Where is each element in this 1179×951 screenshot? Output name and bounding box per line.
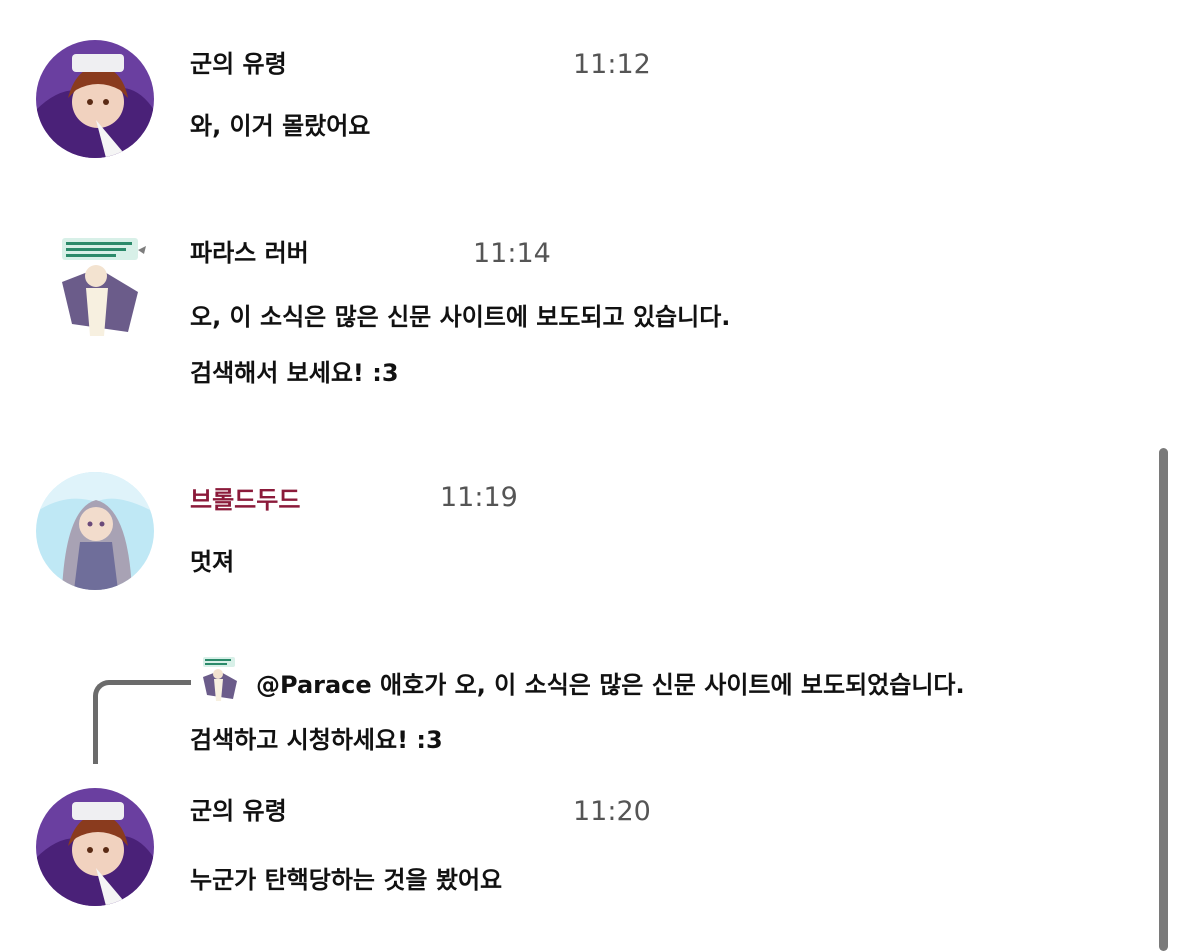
caped-character-sticker-avatar-icon: [42, 232, 154, 344]
user-avatar[interactable]: [36, 472, 154, 590]
chat-message-list: 군의 유령 11:12 와, 이거 몰랐어요 파라스 러버 11:14 오, 이…: [0, 0, 1179, 951]
reply-quoted-text[interactable]: 검색하고 시청하세요! :3: [190, 720, 443, 755]
message-author[interactable]: 군의 유령: [190, 791, 287, 826]
reply-avatar-thumbnail[interactable]: [195, 655, 243, 703]
message-timestamp: 11:20: [573, 796, 651, 827]
message-text: 검색해서 보세요! :3: [190, 359, 399, 387]
message-timestamp: 11:19: [440, 482, 518, 513]
message-text: 오, 이 소식은 많은 신문 사이트에 보도되고 있습니다.: [190, 303, 731, 331]
message-text: 누군가 탄핵당하는 것을 봤어요: [190, 866, 503, 894]
message-author[interactable]: 군의 유령: [190, 44, 287, 79]
message-author[interactable]: 브롤드두드: [190, 480, 300, 515]
message-text: 멋져: [190, 548, 235, 576]
silver-hair-character-avatar-icon: [36, 472, 154, 590]
vertical-scrollbar[interactable]: [1159, 448, 1168, 951]
message-timestamp: 11:14: [473, 238, 551, 269]
reply-quoted-text[interactable]: @Parace 애호가 오, 이 소식은 많은 신문 사이트에 보도되었습니다.: [256, 665, 965, 700]
reply-connector-line: [93, 680, 191, 764]
purple-hood-character-avatar-icon: [36, 788, 154, 906]
message-timestamp: 11:12: [573, 49, 651, 80]
user-avatar[interactable]: [36, 788, 154, 906]
message-author[interactable]: 파라스 러버: [190, 233, 309, 268]
caped-character-sticker-thumbnail-icon: [195, 655, 243, 703]
user-avatar[interactable]: [36, 40, 154, 158]
purple-hood-character-avatar-icon: [36, 40, 154, 158]
user-avatar[interactable]: [42, 232, 154, 344]
message-text: 와, 이거 몰랐어요: [190, 112, 371, 140]
